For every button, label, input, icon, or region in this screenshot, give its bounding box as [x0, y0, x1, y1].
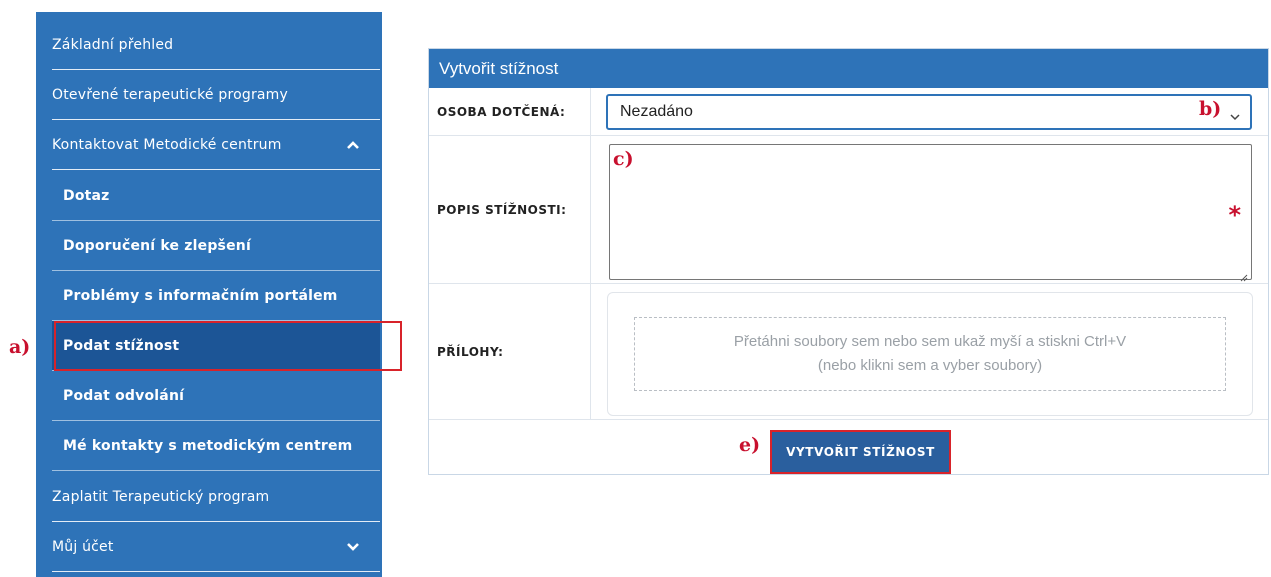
sidebar-item-account[interactable]: Můj účet: [52, 522, 380, 572]
sidebar-item-question[interactable]: Dotaz: [52, 171, 380, 221]
annotation-a: a): [9, 336, 31, 358]
description-label: POPIS STÍŽNOSTI:: [429, 136, 591, 283]
description-textarea[interactable]: *: [609, 144, 1252, 282]
chevron-down-icon[interactable]: [346, 540, 360, 554]
attachments-row: PŘÍLOHY: Přetáhni soubory sem nebo sem u…: [429, 284, 1268, 420]
sidebar-item-label: Mé kontakty s metodickým centrem: [63, 437, 353, 454]
sidebar-item-programs[interactable]: Otevřené terapeutické programy: [52, 70, 380, 120]
person-label: OSOBA DOTČENÁ:: [429, 88, 591, 135]
sidebar-item-pay-program[interactable]: Zaplatit Terapeutický program: [52, 472, 380, 522]
attachments-box: Přetáhni soubory sem nebo sem ukaž myší …: [607, 292, 1253, 416]
resize-grip-icon[interactable]: [1239, 267, 1248, 282]
attachments-label: PŘÍLOHY:: [429, 284, 591, 419]
sidebar-item-label: Můj účet: [52, 538, 114, 555]
annotation-c: c): [613, 148, 634, 170]
sidebar-item-label: Kontaktovat Metodické centrum: [52, 136, 282, 153]
chevron-up-icon[interactable]: [346, 138, 360, 152]
sidebar-item-improvement[interactable]: Doporučení ke zlepšení: [52, 221, 380, 271]
create-complaint-button[interactable]: VYTVOŘIT STÍŽNOST: [770, 430, 951, 474]
complaint-form-panel: Vytvořit stížnost OSOBA DOTČENÁ: Nezadán…: [428, 48, 1269, 475]
sidebar-item-label: Dotaz: [63, 187, 110, 204]
chevron-down-icon: [1230, 108, 1240, 121]
sidebar-item-label: Základní přehled: [52, 36, 174, 53]
sidebar-item-label: Problémy s informačním portálem: [63, 287, 338, 304]
sidebar-item-label: Podat odvolání: [63, 387, 185, 404]
annotation-e: e): [739, 434, 761, 456]
sidebar-item-label: Otevřené terapeutické programy: [52, 86, 289, 103]
sidebar-item-overview[interactable]: Základní přehled: [52, 20, 380, 70]
sidebar-item-my-contacts[interactable]: Mé kontakty s metodickým centrem: [52, 421, 380, 471]
description-row: POPIS STÍŽNOSTI: * c): [429, 136, 1268, 284]
dropzone-line2: (nebo klikni sem a vyber soubory): [817, 357, 1043, 374]
sidebar-item-label: Doporučení ke zlepšení: [63, 237, 251, 254]
sidebar-nav: Základní přehled Otevřené terapeutické p…: [36, 12, 402, 577]
sidebar-item-portal-problems[interactable]: Problémy s informačním portálem: [52, 271, 380, 321]
required-mark: *: [1228, 201, 1241, 229]
file-dropzone[interactable]: Přetáhni soubory sem nebo sem ukaž myší …: [634, 317, 1226, 391]
sidebar-item-contact-center[interactable]: Kontaktovat Metodické centrum: [52, 120, 380, 170]
sidebar-item-label: Zaplatit Terapeutický program: [52, 488, 270, 505]
highlight-frame-a: [54, 321, 402, 371]
person-select[interactable]: Nezadáno: [606, 94, 1252, 130]
submit-row: e) VYTVOŘIT STÍŽNOST: [429, 420, 1268, 474]
dropzone-line1: Přetáhni soubory sem nebo sem ukaž myší …: [733, 333, 1127, 350]
sidebar-item-appeal[interactable]: Podat odvolání: [52, 371, 380, 421]
annotation-b: b): [1199, 98, 1222, 120]
person-select-value: Nezadáno: [620, 103, 693, 120]
person-row: OSOBA DOTČENÁ: Nezadáno b): [429, 88, 1268, 136]
panel-title: Vytvořit stížnost: [429, 49, 1268, 88]
